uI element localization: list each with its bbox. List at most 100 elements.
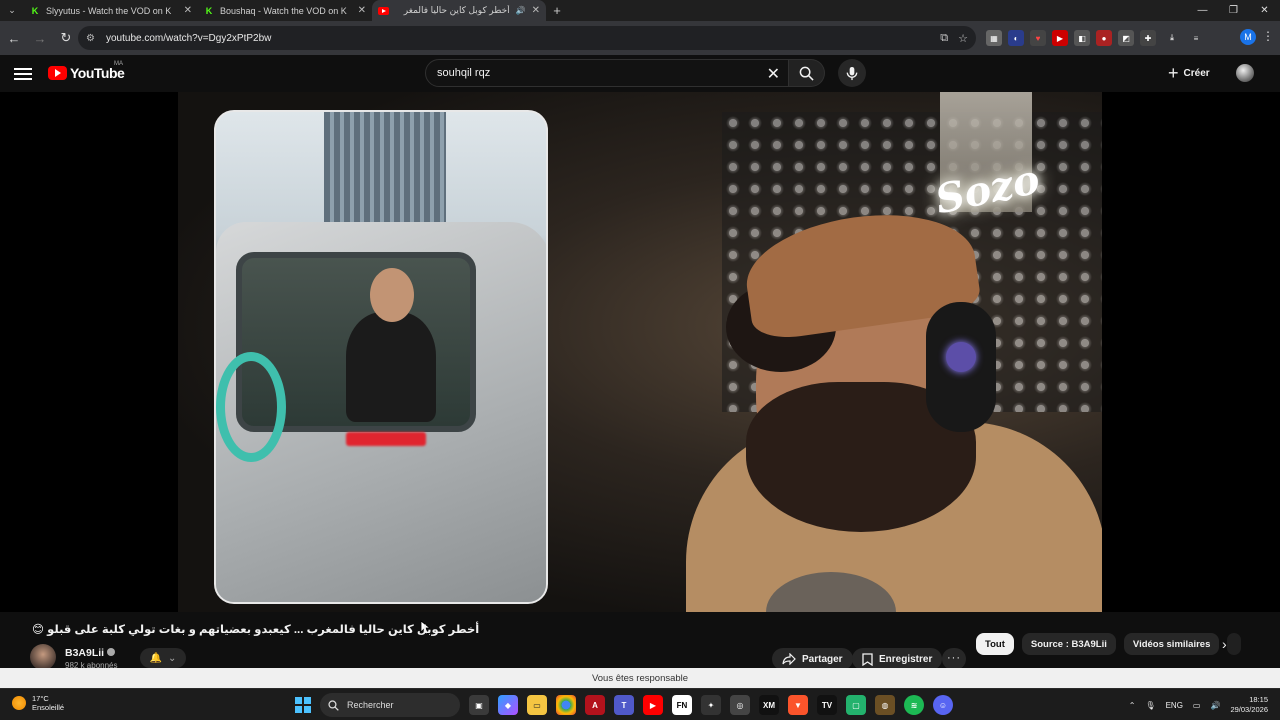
search-input[interactable]: souhqil rqz ✕ bbox=[425, 59, 789, 87]
tab-title: Slyyutus - Watch the VOD on K bbox=[46, 5, 172, 16]
network-icon[interactable]: ▭ bbox=[1193, 701, 1201, 710]
tray-overflow-icon[interactable]: ⌃ bbox=[1129, 701, 1136, 710]
chip-all[interactable]: Tout bbox=[976, 633, 1014, 655]
app-icon[interactable]: XM bbox=[759, 695, 779, 715]
brave-icon[interactable]: ▼ bbox=[788, 695, 808, 715]
notification-bell-button[interactable]: 🔔 ⌄ bbox=[140, 648, 186, 668]
steering-wheel bbox=[216, 352, 286, 462]
site-info-icon[interactable]: ⚙ bbox=[86, 33, 102, 44]
acrobat-icon[interactable]: A bbox=[585, 695, 605, 715]
extension-icon[interactable]: ▦ bbox=[986, 30, 1002, 46]
minimize-button[interactable]: — bbox=[1187, 0, 1218, 21]
app-icon[interactable]: ◍ bbox=[875, 695, 895, 715]
chevron-right-icon[interactable]: › bbox=[1222, 636, 1227, 652]
cast-icon[interactable]: ⧉ bbox=[940, 32, 948, 45]
extension-icon[interactable]: ◐ bbox=[1008, 30, 1024, 46]
bell-icon: 🔔 bbox=[149, 652, 163, 664]
kick-icon: K bbox=[31, 5, 39, 16]
browser-menu-icon[interactable]: ⋮ bbox=[1262, 29, 1274, 43]
file-explorer-icon[interactable]: ▭ bbox=[527, 695, 547, 715]
app-icon[interactable]: TV bbox=[817, 695, 837, 715]
forward-button[interactable]: → bbox=[28, 26, 52, 50]
windows-taskbar: 17°C Ensoleillé Rechercher ▣ ◆ ▭ A T ▶ F… bbox=[0, 688, 1280, 720]
search-button[interactable] bbox=[789, 59, 825, 87]
youtube-wordmark: YouTube bbox=[70, 65, 125, 81]
search-icon bbox=[799, 66, 814, 81]
tab-close-icon[interactable]: ✕ bbox=[358, 5, 366, 16]
tab-search-icon[interactable]: ⌄ bbox=[0, 0, 24, 21]
extension-icon[interactable]: ◩ bbox=[1118, 30, 1134, 46]
puzzle-icon[interactable]: ✚ bbox=[1140, 30, 1156, 46]
more-actions-button[interactable]: ··· bbox=[942, 648, 966, 670]
video-player[interactable]: Sozo bbox=[0, 92, 1280, 612]
chevron-down-icon: ⌄ bbox=[168, 652, 177, 664]
save-button[interactable]: Enregistrer bbox=[852, 648, 943, 670]
channel-avatar[interactable] bbox=[30, 644, 56, 670]
window-controls: — ❐ ✕ bbox=[1187, 0, 1280, 21]
app-icon[interactable]: ◎ bbox=[730, 695, 750, 715]
hamburger-menu-icon[interactable] bbox=[14, 65, 32, 81]
weather-widget[interactable]: 17°C Ensoleillé bbox=[12, 694, 64, 713]
volume-icon[interactable]: 🔊 bbox=[1210, 701, 1220, 710]
create-label: Créer bbox=[1183, 67, 1210, 79]
close-window-button[interactable]: ✕ bbox=[1249, 0, 1280, 21]
teams-icon[interactable]: T bbox=[614, 695, 634, 715]
app-icon[interactable]: ✦ bbox=[701, 695, 721, 715]
country-code: MA bbox=[114, 61, 123, 67]
new-tab-button[interactable]: + bbox=[546, 3, 568, 18]
copilot-icon[interactable]: ◆ bbox=[498, 695, 518, 715]
youtube-logo[interactable]: YouTube MA bbox=[48, 61, 125, 81]
youtube-play-icon bbox=[48, 66, 67, 80]
task-view-icon[interactable]: ▣ bbox=[469, 695, 489, 715]
language-indicator[interactable]: ENG bbox=[1166, 701, 1183, 710]
temperature: 17°C bbox=[32, 694, 49, 703]
bookmark-star-icon[interactable]: ☆ bbox=[958, 32, 968, 45]
voice-search-button[interactable] bbox=[838, 59, 866, 87]
extension-icon[interactable]: ● bbox=[1096, 30, 1112, 46]
account-avatar[interactable] bbox=[1236, 64, 1254, 82]
reload-button[interactable]: ↻ bbox=[54, 26, 78, 50]
chrome-icon[interactable] bbox=[556, 695, 576, 715]
address-bar[interactable]: ⚙ youtube.com/watch?v=Dgy2xPtP2bw ⧉ ☆ bbox=[78, 26, 976, 50]
chip-source[interactable]: Source : B3A9Lii bbox=[1021, 633, 1116, 655]
create-button[interactable]: + Créer bbox=[1162, 61, 1216, 85]
clock[interactable]: 18:15 29/03/2026 bbox=[1230, 695, 1268, 715]
extension-icon[interactable]: ♥ bbox=[1030, 30, 1046, 46]
fn-app-icon[interactable]: FN bbox=[672, 695, 692, 715]
tab-search-icon[interactable]: ≡ bbox=[1188, 30, 1204, 46]
discord-icon[interactable]: ☺ bbox=[933, 695, 953, 715]
search-query: souhqil rqz bbox=[437, 67, 491, 79]
channel-name[interactable]: B3A9Lii bbox=[65, 647, 116, 659]
windows-start-icon[interactable] bbox=[295, 697, 311, 713]
date: 29/03/2026 bbox=[1230, 705, 1268, 714]
back-button[interactable]: ← bbox=[2, 26, 26, 50]
share-button[interactable]: Partager bbox=[772, 648, 853, 670]
verified-icon bbox=[107, 648, 116, 657]
tab-close-icon[interactable]: ✕ bbox=[184, 5, 192, 16]
red-item bbox=[346, 432, 426, 446]
extension-icon[interactable]: ◧ bbox=[1074, 30, 1090, 46]
taskbar-search[interactable]: Rechercher bbox=[320, 693, 460, 717]
chip-similar[interactable]: Vidéos similaires bbox=[1123, 633, 1220, 655]
microphone-icon[interactable]: 🎙 bbox=[1145, 701, 1155, 710]
spotify-icon[interactable]: ≋ bbox=[904, 695, 924, 715]
maximize-button[interactable]: ❐ bbox=[1218, 0, 1249, 21]
tab-title: أخطر كوبل كاين حاليا فالمغر bbox=[403, 5, 510, 15]
info-bar-text: Vous êtes responsable bbox=[591, 672, 689, 684]
clear-search-icon[interactable]: ✕ bbox=[767, 64, 780, 84]
youtube-header: YouTube MA souhqil rqz ✕ + Créer bbox=[0, 55, 1280, 92]
related-chips: Tout Source : B3A9Lii Vidéos similaires bbox=[976, 633, 1242, 655]
tab-title: Boushaq - Watch the VOD on K bbox=[220, 5, 347, 16]
share-label: Partager bbox=[802, 653, 843, 665]
download-icon[interactable]: ⤓ bbox=[1162, 30, 1182, 46]
speaker-icon[interactable]: 🔊 bbox=[516, 6, 526, 15]
app-icon[interactable]: ▢ bbox=[846, 695, 866, 715]
tab-close-icon[interactable]: ✕ bbox=[532, 5, 540, 16]
browser-tab-1[interactable]: K Slyyutus - Watch the VOD on K ✕ bbox=[24, 0, 198, 21]
extension-icon[interactable]: ▶ bbox=[1052, 30, 1068, 46]
browser-tab-3-active[interactable]: أخطر كوبل كاين حاليا فالمغر 🔊 ✕ bbox=[372, 0, 546, 21]
profile-avatar[interactable]: M bbox=[1240, 29, 1256, 45]
youtube-app-icon[interactable]: ▶ bbox=[643, 695, 663, 715]
browser-tab-2[interactable]: K Boushaq - Watch the VOD on K ✕ bbox=[198, 0, 372, 21]
chip-overflow bbox=[1227, 633, 1242, 655]
